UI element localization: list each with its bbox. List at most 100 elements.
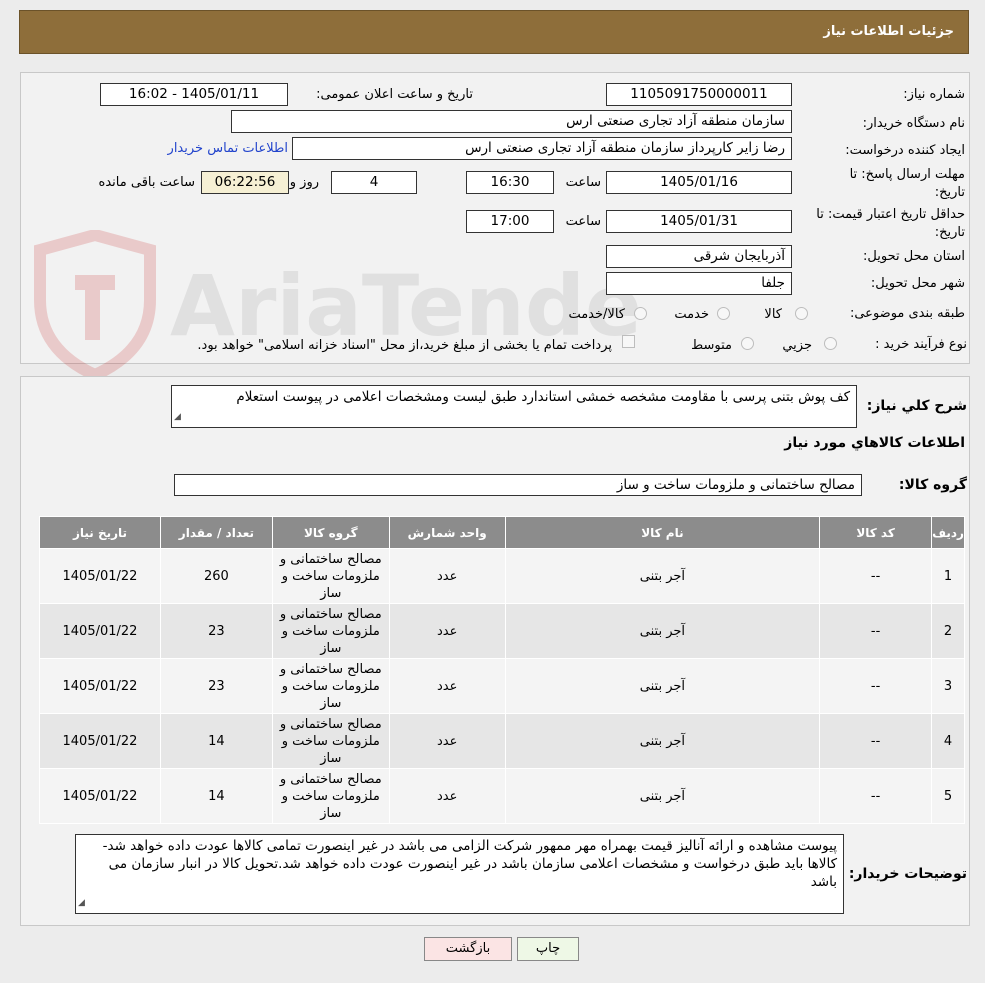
- validity-label: حداقل تاریخ اعتبار قیمت: تا: [816, 207, 965, 222]
- goods-unit: عدد: [388, 713, 506, 769]
- col-row-header: رديف: [931, 516, 965, 549]
- goods-group: مصالح ساختمانی و ملزومات ساخت و ساز: [271, 768, 390, 824]
- row-number: 1: [931, 548, 965, 604]
- category-service-label: خدمت: [674, 307, 709, 322]
- goods-group: مصالح ساختمانی و ملزومات ساخت و ساز: [271, 713, 390, 769]
- col-code-header: کد کالا: [819, 516, 933, 549]
- category-label: طبقه بندی موضوعی:: [849, 306, 965, 321]
- goods-qty: 14: [159, 713, 273, 769]
- deadline-date-label: تاریخ:: [934, 185, 965, 200]
- province-field: آذربایجان شرقی: [606, 245, 792, 268]
- announce-date-label: تاریخ و ساعت اعلان عمومی:: [316, 87, 473, 102]
- city-label: شهر محل تحویل:: [870, 276, 965, 291]
- announce-date-field: 1405/01/11 - 16:02: [100, 83, 288, 106]
- table-row: 1 -- آجر بتنی عدد مصالح ساختمانی و ملزوم…: [39, 548, 965, 604]
- treasury-payment-checkbox[interactable]: [622, 335, 635, 348]
- province-label: استان محل تحویل:: [863, 249, 965, 264]
- days-label: روز و: [289, 175, 319, 190]
- resize-grip-icon[interactable]: ◢: [78, 894, 85, 912]
- goods-unit: عدد: [388, 548, 506, 604]
- goods-date: 1405/01/22: [39, 548, 161, 604]
- deadline-date-field: 1405/01/16: [606, 171, 792, 194]
- goods-unit: عدد: [388, 768, 506, 824]
- category-goods-radio[interactable]: [795, 307, 808, 320]
- goods-date: 1405/01/22: [39, 713, 161, 769]
- process-type-label: نوع فرآیند خرید :: [875, 337, 967, 352]
- treasury-payment-note: پرداخت تمام یا بخشی از مبلغ خرید،از محل …: [197, 338, 612, 353]
- page-header: جزئیات اطلاعات نیاز: [19, 10, 969, 54]
- buyer-notes-text: پیوست مشاهده و ارائه آنالیز قیمت بهمراه …: [102, 838, 837, 890]
- goods-date: 1405/01/22: [39, 768, 161, 824]
- goods-name: آجر بتنی: [504, 603, 821, 659]
- col-name-header: نام کالا: [504, 516, 821, 549]
- goods-code: --: [819, 603, 933, 659]
- goods-group: مصالح ساختمانی و ملزومات ساخت و ساز: [271, 658, 390, 714]
- goods-qty: 23: [159, 658, 273, 714]
- deadline-hour-label: ساعت: [565, 175, 601, 190]
- table-row: 2 -- آجر بتنی عدد مصالح ساختمانی و ملزوم…: [39, 603, 965, 659]
- goods-group: مصالح ساختمانی و ملزومات ساخت و ساز: [271, 548, 390, 604]
- summary-textarea: کف پوش بتنی پرسی با مقاومت مشخصه خمشی اس…: [171, 385, 857, 428]
- row-number: 5: [931, 768, 965, 824]
- col-date-header: تاريخ نياز: [39, 516, 161, 549]
- category-goods-label: کالا: [764, 307, 782, 322]
- goods-unit: عدد: [388, 603, 506, 659]
- creator-label: ایجاد کننده درخواست:: [845, 143, 965, 158]
- buyer-notes-label: توضیحات خریدار:: [848, 866, 967, 882]
- category-goods-service-radio[interactable]: [634, 307, 647, 320]
- remaining-time-label: ساعت باقی مانده: [98, 175, 195, 190]
- validity-time-field: 17:00: [466, 210, 554, 233]
- resize-grip-icon[interactable]: ◢: [174, 408, 181, 426]
- goods-code: --: [819, 548, 933, 604]
- page-title: جزئیات اطلاعات نیاز: [823, 24, 954, 39]
- row-number: 3: [931, 658, 965, 714]
- validity-date-field: 1405/01/31: [606, 210, 792, 233]
- buyer-contact-link[interactable]: اطلاعات تماس خریدار: [168, 141, 288, 156]
- buyer-notes-textarea: پیوست مشاهده و ارائه آنالیز قیمت بهمراه …: [75, 834, 844, 914]
- goods-code: --: [819, 713, 933, 769]
- goods-date: 1405/01/22: [39, 603, 161, 659]
- watermark-logo: AriaTender.neT: [34, 230, 640, 380]
- print-button[interactable]: چاپ: [517, 937, 579, 961]
- goods-unit: عدد: [388, 658, 506, 714]
- validity-date-label: تاریخ:: [934, 225, 965, 240]
- need-number-label: شماره نیاز:: [903, 87, 965, 102]
- process-medium-radio[interactable]: [741, 337, 754, 350]
- table-row: 5 -- آجر بتنی عدد مصالح ساختمانی و ملزوم…: [39, 768, 965, 824]
- goods-qty: 23: [159, 603, 273, 659]
- table-row: 3 -- آجر بتنی عدد مصالح ساختمانی و ملزوم…: [39, 658, 965, 714]
- goods-group-field: مصالح ساختمانی و ملزومات ساخت و ساز: [174, 474, 862, 496]
- deadline-label: مهلت ارسال پاسخ: تا: [849, 167, 965, 182]
- goods-code: --: [819, 768, 933, 824]
- goods-code: --: [819, 658, 933, 714]
- col-unit-header: واحد شمارش: [388, 516, 506, 549]
- goods-name: آجر بتنی: [504, 548, 821, 604]
- goods-name: آجر بتنی: [504, 658, 821, 714]
- goods-date: 1405/01/22: [39, 658, 161, 714]
- back-button[interactable]: بازگشت: [424, 937, 512, 961]
- goods-name: آجر بتنی: [504, 713, 821, 769]
- table-header-row: رديف کد کالا نام کالا واحد شمارش گروه کا…: [39, 516, 965, 549]
- need-number-field: 1105091750000011: [606, 83, 792, 106]
- creator-field: رضا زاير كارپرداز سازمان منطقه آزاد تجار…: [292, 137, 792, 160]
- col-qty-header: تعداد / مقدار: [159, 516, 273, 549]
- goods-qty: 14: [159, 768, 273, 824]
- goods-name: آجر بتنی: [504, 768, 821, 824]
- goods-group: مصالح ساختمانی و ملزومات ساخت و ساز: [271, 603, 390, 659]
- row-number: 4: [931, 713, 965, 769]
- deadline-time-field: 16:30: [466, 171, 554, 194]
- validity-hour-label: ساعت: [565, 214, 601, 229]
- process-minor-radio[interactable]: [824, 337, 837, 350]
- goods-group-label: گروه کالا:: [898, 477, 967, 493]
- summary-text: کف پوش بتنی پرسی با مقاومت مشخصه خمشی اس…: [236, 389, 850, 405]
- goods-qty: 260: [159, 548, 273, 604]
- goods-info-title: اطلاعات کالاهاي مورد نياز: [784, 435, 965, 451]
- days-remaining-field: 4: [331, 171, 417, 194]
- col-group-header: گروه کالا: [271, 516, 390, 549]
- process-medium-label: متوسط: [691, 338, 732, 353]
- category-service-radio[interactable]: [717, 307, 730, 320]
- category-goods-service-label: کالا/خدمت: [568, 307, 625, 322]
- goods-table: رديف کد کالا نام کالا واحد شمارش گروه کا…: [39, 516, 965, 824]
- buyer-org-label: نام دستگاه خریدار:: [862, 116, 965, 131]
- summary-label: شرح کلي نياز:: [866, 398, 967, 414]
